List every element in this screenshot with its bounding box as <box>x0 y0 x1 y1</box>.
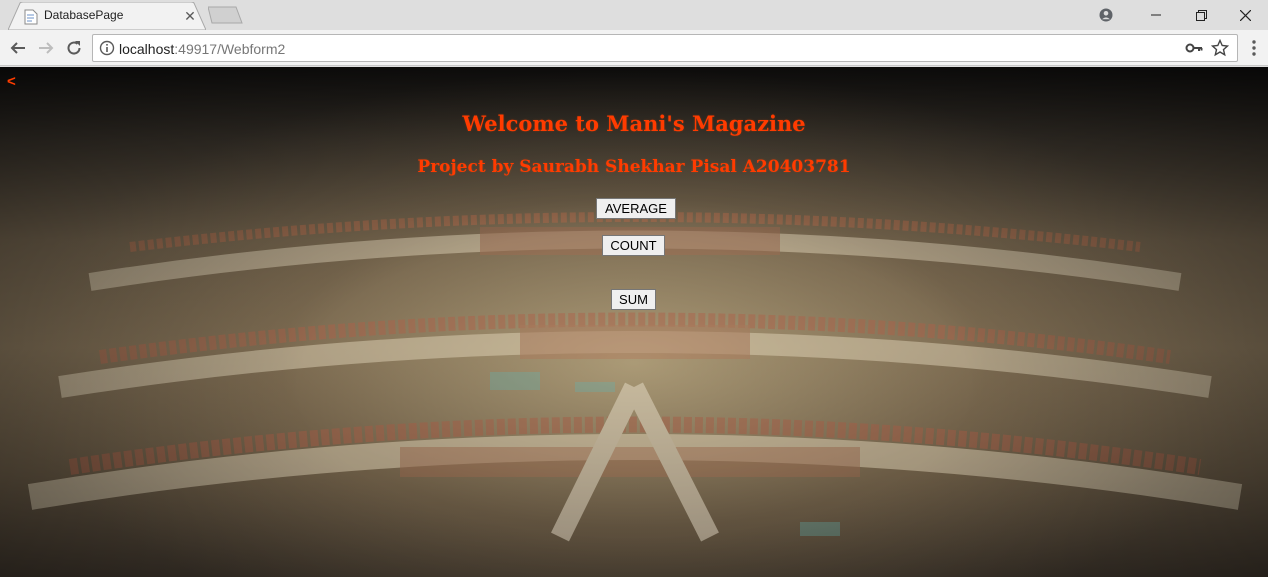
new-tab-button[interactable] <box>208 6 244 24</box>
address-bar[interactable]: localhost:49917/Webform2 <box>92 34 1238 62</box>
browser-toolbar: localhost:49917/Webform2 <box>0 30 1268 66</box>
reload-button[interactable] <box>62 36 86 60</box>
tab-title: DatabasePage <box>44 8 124 22</box>
restore-button[interactable] <box>1178 0 1224 30</box>
page-subtitle: Project by Saurabh Shekhar Pisal A204037… <box>417 157 851 177</box>
browser-tab[interactable]: DatabasePage ✕ <box>8 2 206 30</box>
back-button[interactable] <box>6 36 30 60</box>
page-title: Welcome to Mani's Magazine <box>462 111 806 136</box>
star-icon[interactable] <box>1211 39 1229 57</box>
profile-icon[interactable] <box>1083 0 1129 30</box>
page-viewport: < Welcome to Mani's Magazine Project by … <box>0 67 1268 577</box>
url-host: localhost <box>119 41 175 57</box>
info-icon[interactable] <box>99 40 115 56</box>
tab-close-icon[interactable]: ✕ <box>182 8 198 24</box>
close-window-button[interactable] <box>1222 0 1268 30</box>
forward-button[interactable] <box>34 36 58 60</box>
menu-icon[interactable] <box>1246 38 1262 58</box>
minimize-button[interactable] <box>1133 0 1179 30</box>
vignette-overlay <box>0 67 1268 577</box>
url-path: :49917/Webform2 <box>174 41 286 57</box>
key-icon[interactable] <box>1185 40 1203 56</box>
average-button[interactable]: AVERAGE <box>596 198 676 219</box>
count-button[interactable]: COUNT <box>602 235 665 256</box>
sum-button[interactable]: SUM <box>611 289 656 310</box>
url-text: localhost:49917/Webform2 <box>119 41 285 57</box>
tab-strip: DatabasePage ✕ <box>0 0 1268 30</box>
arrow-left-icon <box>10 42 25 54</box>
back-link[interactable]: < <box>7 74 16 90</box>
arrow-right-icon <box>39 42 54 54</box>
page-favicon-icon <box>24 9 38 25</box>
reload-icon <box>67 41 81 55</box>
